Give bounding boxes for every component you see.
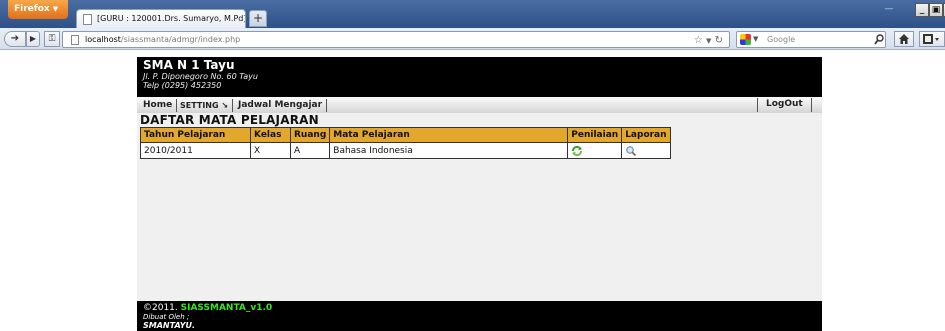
navigation-toolbar: ➔ ▶ ⚿ localhost/siassmanta/admgr/index.p… [0,28,945,50]
magnifier-icon [874,34,884,45]
logout-link[interactable]: LogOut [757,98,812,112]
column-header-tahun: Tahun Pelajaran [140,127,251,143]
back-arrow-icon: ➔ [10,33,20,44]
new-tab-button[interactable]: + [249,10,267,27]
cell-ruang: A [289,142,331,159]
key-icon: ⚿ [48,34,56,44]
search-bar[interactable]: ▼ Google [736,31,886,48]
url-bar[interactable]: localhost/siassmanta/admgr/index.php ☆ ▼… [62,31,730,48]
school-phone: Telp (0295) 452350 [143,81,222,90]
footer-copyright-line: ©2011. SIASSMANTA_v1.0 [143,303,816,313]
menu-jadwal-mengajar[interactable]: Jadwal Mengajar [234,99,328,112]
column-header-ruang: Ruang [289,127,331,143]
search-button[interactable] [872,31,886,48]
search-placeholder: Google [767,35,796,44]
copyright-text: ©2011. [143,303,178,313]
table-header-row: Tahun Pelajaran Kelas Ruang Mata Pelajar… [140,127,671,143]
page-icon [71,35,79,45]
school-address: Jl. P. Diponegoro No. 60 Tayu [143,72,258,81]
back-button[interactable]: ➔ [4,31,26,47]
subject-table: Tahun Pelajaran Kelas Ruang Mata Pelajar… [140,127,671,159]
refresh-icon[interactable] [571,145,583,157]
column-header-penilaian: Penilaian [567,127,623,143]
addon-icon [923,34,939,44]
menu-setting[interactable]: SETTING ↘ [176,99,234,112]
identity-button[interactable]: ⚿ [44,31,60,47]
menu-home[interactable]: Home [139,99,178,112]
dropdown-arrow-icon[interactable]: ▼ [706,37,711,45]
reload-icon[interactable]: ↻ [715,35,723,46]
tab-title: [GURU : 120001.Drs. Sumaryo, M.Pd] ==> .… [97,14,246,23]
cell-penilaian [567,142,623,159]
page-icon [83,14,92,25]
restore-button[interactable]: _ [915,3,929,17]
column-header-kelas: Kelas [250,127,291,143]
chevron-down-icon[interactable]: ▼ [753,32,758,47]
main-menu: Home SETTING ↘ Jadwal Mengajar LogOut [137,97,822,113]
home-icon [899,34,909,44]
plus-icon: + [252,11,264,25]
cell-laporan [621,142,671,159]
url-bar-actions: ☆ ▼ ↻ [694,33,723,49]
firefox-menu-button[interactable]: Firefox ▼ [8,0,68,19]
web-page: SMA N 1 Tayu Jl. P. Diponegoro No. 60 Ta… [0,51,945,331]
forward-button[interactable]: ▶ [26,31,40,47]
cell-tahun: 2010/2011 [140,142,251,159]
forward-arrow-icon: ▶ [29,34,37,43]
cell-mapel: Bahasa Indonesia [329,142,569,159]
page-footer: ©2011. SIASSMANTA_v1.0 Dibuat Oleh ; SMA… [137,301,822,331]
column-header-laporan: Laporan [621,127,671,143]
page-title: DAFTAR MATA PELAJARAN [140,113,319,127]
browser-tab[interactable]: [GURU : 120001.Drs. Sumaryo, M.Pd] ==> .… [76,9,246,28]
column-header-mapel: Mata Pelajaran [329,127,569,143]
page-container: SMA N 1 Tayu Jl. P. Diponegoro No. 60 Ta… [137,57,822,331]
bookmark-star-icon[interactable]: ☆ [694,35,703,46]
cell-kelas: X [250,142,291,159]
google-logo-icon[interactable] [740,34,751,45]
url-path: /siassmanta/admgr/index.php [120,35,241,44]
firefox-menu-label: Firefox [14,4,50,14]
maximize-button[interactable]: ▣ [929,3,943,17]
chevron-down-icon: ▼ [52,5,59,13]
magnifier-icon[interactable] [625,145,637,157]
table-row: 2010/2011 X A Bahasa Indonesia [140,142,671,159]
app-brand: SIASSMANTA_v1.0 [180,303,273,313]
school-name: SMA N 1 Tayu [143,58,235,72]
home-button[interactable] [894,31,914,47]
browser-titlebar: Firefox ▼ [GURU : 120001.Drs. Sumaryo, M.… [0,0,945,28]
addon-button[interactable] [919,31,945,47]
footer-author: SMANTAYU. [143,321,196,330]
footer-made-by: Dibuat Oleh ; [143,313,190,321]
url-host: localhost [85,35,121,44]
minimize-button[interactable]: — [883,3,895,17]
school-banner: SMA N 1 Tayu Jl. P. Diponegoro No. 60 Ta… [137,57,822,97]
